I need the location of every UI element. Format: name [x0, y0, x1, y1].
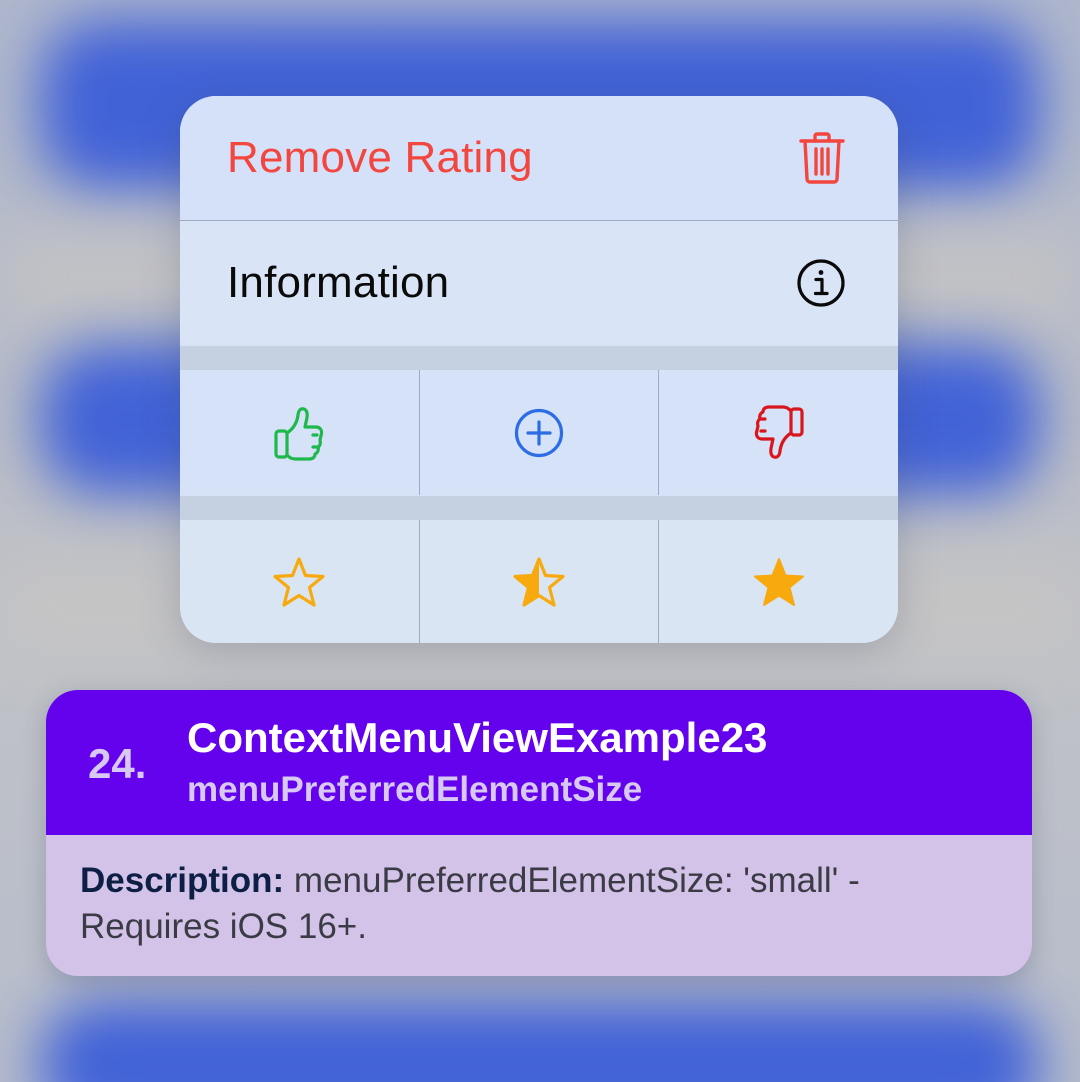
add-button[interactable] — [418, 370, 659, 495]
card-subtitle: menuPreferredElementSize — [187, 770, 643, 809]
plus-circle-icon — [514, 408, 564, 457]
info-circle-icon — [796, 258, 846, 308]
menu-section-separator — [180, 346, 898, 370]
card-header: 24. ContextMenuViewExample23 menuPreferr… — [46, 690, 1032, 835]
menu-item-label: Information — [227, 258, 450, 307]
rating-action-row — [180, 370, 898, 495]
menu-item-label: Remove Rating — [227, 133, 533, 182]
star-outline-icon — [273, 556, 325, 607]
star-filled-icon — [753, 557, 804, 606]
description-label: Description: — [80, 861, 285, 900]
thumbs-up-icon — [274, 406, 324, 461]
card-description: Description: menuPreferredElementSize: '… — [80, 858, 980, 950]
card-title: ContextMenuViewExample23 — [187, 714, 768, 761]
star-rating-full-button[interactable] — [658, 520, 898, 643]
star-rating-row — [180, 520, 898, 643]
blurred-list-item — [40, 1000, 1040, 1082]
menu-item-information[interactable]: Information — [180, 221, 898, 345]
trash-icon — [798, 131, 846, 185]
thumbs-up-button[interactable] — [180, 370, 419, 495]
menu-item-remove-rating[interactable]: Remove Rating — [180, 96, 898, 220]
example-card[interactable]: 24. ContextMenuViewExample23 menuPreferr… — [46, 690, 1032, 976]
star-half-icon — [513, 556, 565, 607]
context-menu: Remove Rating Information — [180, 96, 898, 643]
menu-section-separator — [180, 496, 898, 520]
card-index: 24. — [88, 740, 147, 787]
star-rating-half-button[interactable] — [418, 520, 659, 643]
thumbs-down-button[interactable] — [658, 370, 898, 495]
thumbs-down-icon — [754, 404, 804, 459]
star-rating-empty-button[interactable] — [180, 520, 419, 643]
